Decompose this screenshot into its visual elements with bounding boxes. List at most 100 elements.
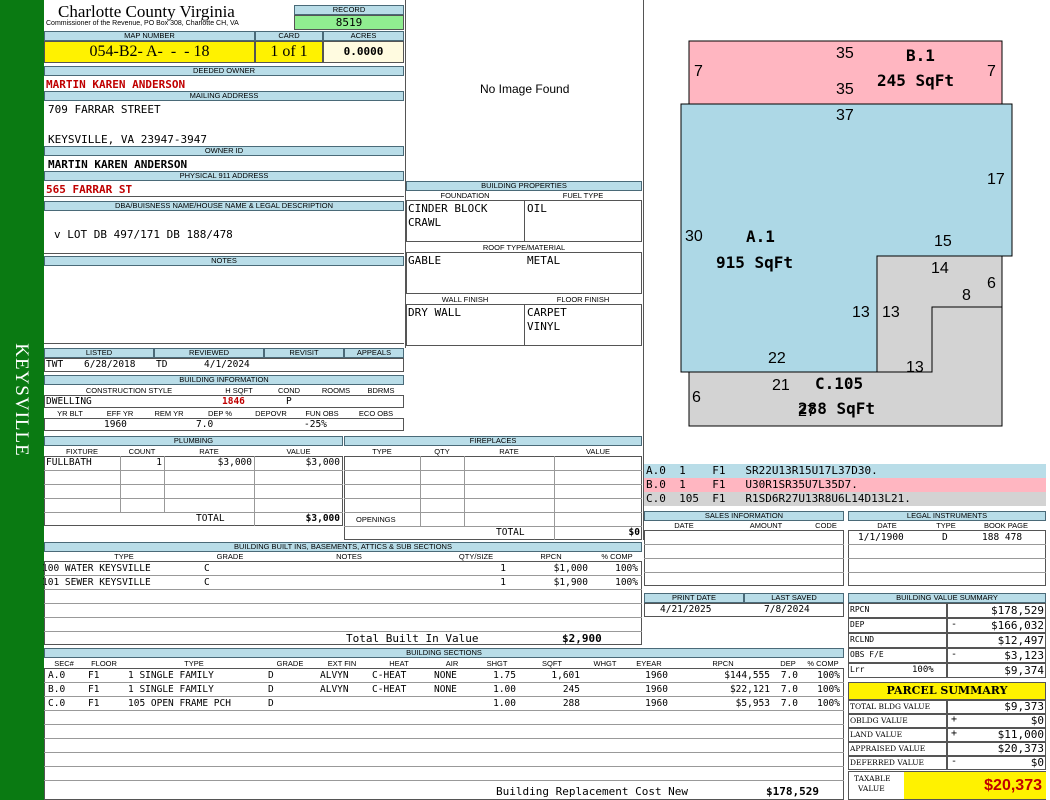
section-col-6: AIR bbox=[445, 659, 459, 668]
sketch-dimension: 6 bbox=[987, 275, 996, 292]
parcel-label: TOTAL BLDG VALUE bbox=[850, 702, 931, 711]
bvs-label: Lrr bbox=[850, 665, 865, 674]
listed-label: LISTED bbox=[44, 348, 154, 358]
foundation-2: CRAWL bbox=[408, 216, 442, 229]
floor-finish-1: CARPET bbox=[527, 306, 567, 319]
roof-label: ROOF TYPE/MATERIAL bbox=[482, 243, 566, 252]
foundation-label: FOUNDATION bbox=[440, 191, 490, 200]
mailing-line-1: 709 FARRAR STREET bbox=[48, 103, 161, 116]
wall-finish: DRY WALL bbox=[408, 306, 461, 319]
reviewed-date: 4/1/2024 bbox=[204, 359, 250, 370]
section-col-5: HEAT bbox=[389, 659, 409, 668]
sketch-dimension: 6 bbox=[692, 389, 701, 406]
rooms-label: ROOMS bbox=[321, 386, 351, 395]
fixture-label: FIXTURE bbox=[65, 447, 99, 456]
record-label: RECORD bbox=[294, 5, 404, 15]
foundation-1: CINDER BLOCK bbox=[408, 202, 488, 215]
vector-string: B.0 1 F1 U30R1SR35U7L35D7. bbox=[644, 478, 1046, 492]
floor-finish-2: VINYL bbox=[527, 320, 561, 333]
built-in-col-0: TYPE bbox=[114, 552, 134, 561]
built-in-col-1: GRADE bbox=[216, 552, 244, 561]
last-saved: 7/8/2024 bbox=[764, 604, 810, 615]
fp-total-label: TOTAL bbox=[496, 527, 525, 538]
bvs-label: RCLND bbox=[850, 635, 875, 644]
built-in-total: $2,900 bbox=[562, 632, 602, 645]
section-col-1: FLOOR bbox=[91, 659, 117, 668]
mailing-line-2: KEYSVILLE, VA 23947-3947 bbox=[48, 133, 207, 146]
section-col-7: SHGT bbox=[486, 659, 508, 668]
card-value: 1 of 1 bbox=[255, 41, 323, 63]
section-col-2: TYPE bbox=[184, 659, 204, 668]
cond-value: P bbox=[286, 396, 292, 407]
plumbing-value: $3,000 bbox=[305, 457, 340, 468]
sketch-b-sqft: 245 SqFt bbox=[877, 71, 955, 90]
wall-finish-label: WALL FINISH bbox=[441, 295, 489, 304]
section-col-11: RPCN bbox=[712, 659, 734, 668]
sketch-a-sqft: 915 SqFt bbox=[716, 253, 794, 272]
legal-description: v LOT DB 497/171 DB 188/478 bbox=[54, 228, 233, 241]
plumbing-label: PLUMBING bbox=[44, 436, 343, 446]
construction-style-label: CONSTRUCTION STYLE bbox=[85, 386, 173, 395]
bvs-value: $12,497 bbox=[997, 634, 1044, 647]
eff-yr-value: 1960 bbox=[104, 419, 127, 430]
count-label: COUNT bbox=[128, 447, 156, 456]
parcel-value: $0 bbox=[1030, 714, 1044, 727]
parcel-value: $0 bbox=[1030, 756, 1044, 769]
sketch-dimension: 21 bbox=[772, 377, 790, 394]
parcel-label: OBLDG VALUE bbox=[850, 716, 908, 725]
fp-qty-label: QTY bbox=[434, 447, 450, 456]
physical-address: 565 FARRAR ST bbox=[46, 183, 133, 196]
sales-code-label: CODE bbox=[815, 521, 837, 530]
sketch-dimension: 30 bbox=[685, 228, 703, 245]
bvs-label: OBS F/E bbox=[850, 650, 884, 659]
sketch-dimension: 17 bbox=[987, 171, 1005, 188]
roof-material: METAL bbox=[527, 254, 561, 267]
county-subtitle: Commissioner of the Revenue, PO Box 308,… bbox=[46, 20, 239, 27]
taxable-label-1: TAXABLE bbox=[854, 774, 891, 783]
print-date-label: PRINT DATE bbox=[644, 593, 744, 603]
bvs-value: $3,123 bbox=[1004, 649, 1044, 662]
brcn-value: $178,529 bbox=[766, 785, 819, 798]
fun-obs-label: FUN OBS bbox=[305, 409, 339, 418]
parcel-value: $9,373 bbox=[1004, 700, 1044, 713]
floor-finish-label: FLOOR FINISH bbox=[556, 295, 610, 304]
cond-label: COND bbox=[277, 386, 301, 395]
plumbing-total: $3,000 bbox=[305, 513, 340, 524]
vector-string: C.0 105 F1 R1SD6R27U13R8U6L14D13L21. bbox=[644, 492, 1046, 506]
sketch-dimension: 35 bbox=[836, 81, 854, 98]
built-in-col-2: NOTES bbox=[336, 552, 362, 561]
sales-date-label: DATE bbox=[674, 521, 694, 530]
construction-style: DWELLING bbox=[46, 396, 92, 407]
section-col-10: EYEAR bbox=[636, 659, 662, 668]
sketch-b-label: B.1 bbox=[906, 46, 935, 65]
rate-label: RATE bbox=[199, 447, 219, 456]
section-col-4: EXT FIN bbox=[327, 659, 357, 668]
sketch-dimension: 27 bbox=[798, 403, 816, 420]
sketch-dimension: 8 bbox=[962, 287, 971, 304]
fuel-type-label: FUEL TYPE bbox=[562, 191, 604, 200]
sketch-c-label: C.105 bbox=[815, 374, 864, 393]
record-value: 8519 bbox=[294, 15, 404, 30]
fireplaces-label: FIREPLACES bbox=[344, 436, 642, 446]
county-title: Charlotte County Virginia bbox=[58, 2, 235, 21]
sketch-a-label: A.1 bbox=[746, 227, 775, 246]
parcel-label: LAND VALUE bbox=[850, 730, 903, 739]
vector-string: A.0 1 F1 SR22U13R15U17L37D30. bbox=[644, 464, 1046, 478]
revisit-label: REVISIT bbox=[264, 348, 344, 358]
yr-blt-label: YR BLT bbox=[57, 409, 83, 418]
sketch-dimension: 22 bbox=[768, 350, 786, 367]
parcel-label: APPRAISED VALUE bbox=[850, 744, 926, 753]
li-book-label: BOOK PAGE bbox=[983, 521, 1029, 530]
sidebar-label: KEYSVILLE bbox=[11, 343, 32, 457]
sales-information-label: SALES INFORMATION bbox=[644, 511, 844, 521]
bdrms-label: BDRMS bbox=[367, 386, 395, 395]
built-in-col-3: QTY/SIZE bbox=[458, 552, 494, 561]
listed-date: 6/28/2018 bbox=[84, 359, 136, 370]
deeded-owner: MARTIN KAREN ANDERSON bbox=[46, 78, 186, 91]
map-number-label: MAP NUMBER bbox=[44, 31, 255, 41]
plumbing-fixture: FULLBATH bbox=[46, 457, 92, 468]
bvs-value: $178,529 bbox=[991, 604, 1044, 617]
sketch-dimension: 13 bbox=[906, 359, 924, 376]
plumbing-total-label: TOTAL bbox=[196, 513, 225, 524]
bvs-value: $166,032 bbox=[991, 619, 1044, 632]
